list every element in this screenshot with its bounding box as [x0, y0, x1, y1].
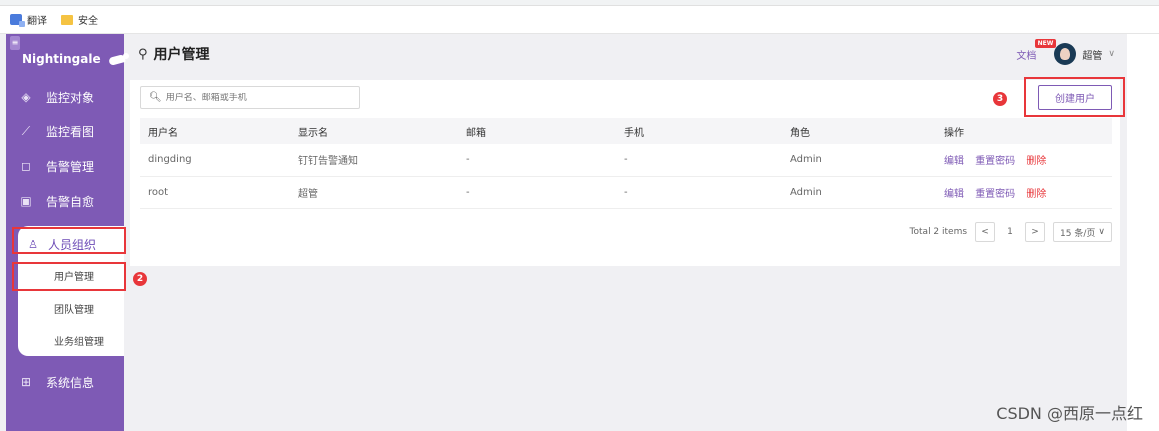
app-body: ≡ Nightingale ◈ 监控对象 ⟋ 监控看图 ◻ 告警管理 ▣ 告警自… — [0, 34, 1127, 431]
annotation-box-1 — [12, 227, 126, 254]
table-header-row: 用户名 显示名 邮箱 手机 角色 操作 — [140, 118, 1112, 144]
heal-icon: ▣ — [20, 194, 32, 208]
create-user-button[interactable]: 创建用户 — [1038, 85, 1112, 110]
docs-link-label: 文档 — [1016, 50, 1037, 62]
annotation-badge-2: 2 — [133, 272, 147, 286]
delete-link[interactable]: 删除 — [1026, 156, 1046, 167]
sidebar-item-self-heal[interactable]: ▣ 告警自愈 — [6, 184, 124, 218]
page-size-select[interactable]: 15 条/页 ∨ — [1053, 222, 1112, 242]
annotation-box-2 — [12, 262, 126, 291]
bookmark-translate[interactable]: 翻译 — [10, 12, 47, 27]
logo: Nightingale — [22, 52, 129, 66]
page-gutter — [1127, 34, 1159, 431]
target-icon: ◈ — [21, 90, 31, 104]
cell-display-name: 超管 — [298, 188, 318, 200]
cell-phone: - — [624, 154, 628, 166]
logo-text: Nightingale — [22, 52, 101, 66]
sidebar-item-label: 告警自愈 — [46, 194, 95, 209]
sidebar-item-label: 监控看图 — [46, 124, 95, 139]
sidebar-item-targets[interactable]: ◈ 监控对象 — [6, 80, 124, 114]
reset-password-link[interactable]: 重置密码 — [975, 156, 1015, 167]
translate-icon — [10, 14, 25, 27]
column-header: 操作 — [944, 127, 964, 139]
sidebar-item-dashboards[interactable]: ⟋ 监控看图 — [6, 114, 124, 148]
bookmarks-bar: 翻译 安全 — [0, 6, 1159, 34]
bookmark-security[interactable]: 安全 — [61, 12, 98, 27]
chevron-down-icon: ∨ — [1098, 227, 1105, 237]
sidebar-item-label: 系统信息 — [46, 375, 95, 390]
page-number[interactable]: 1 — [1003, 227, 1017, 237]
sidebar-subitem-teams[interactable]: 团队管理 — [54, 301, 94, 316]
cell-phone: - — [624, 186, 628, 198]
cell-actions: 编辑 重置密码 删除 — [936, 176, 1112, 208]
column-header: 用户名 — [148, 127, 178, 139]
chart-icon: ⟋ — [21, 123, 31, 138]
avatar[interactable] — [1054, 43, 1077, 65]
page-header: ⚲ 用户管理 文档 NEW 超管 ∨ — [124, 34, 1127, 74]
search-field[interactable]: 🔍︎ — [140, 86, 360, 109]
cell-email: - — [466, 186, 470, 198]
username[interactable]: 超管 — [1082, 47, 1102, 62]
users-card: 🔍︎ 3 创建用户 用户名 显示名 邮箱 手机 角色 操作 — [130, 77, 1125, 266]
pagination: Total 2 items < 1 > 15 条/页 ∨ — [910, 222, 1112, 242]
header-right: 文档 NEW 超管 ∨ — [1016, 38, 1115, 65]
annotation-badge-3: 3 — [993, 92, 1007, 106]
search-input[interactable] — [165, 92, 356, 103]
table-row: root 超管 - - Admin 编辑 重置密码 删除 — [140, 176, 1112, 208]
user-icon: ⚲ — [138, 46, 148, 62]
total-count: Total 2 items — [909, 227, 968, 237]
sidebar-subitem-business-groups[interactable]: 业务组管理 — [54, 333, 104, 348]
sidebar-item-label: 监控对象 — [46, 90, 95, 105]
chevron-down-icon[interactable]: ∨ — [1108, 49, 1115, 59]
column-header: 邮箱 — [466, 127, 486, 139]
sidebar-item-label: 告警管理 — [46, 159, 95, 174]
column-header: 显示名 — [298, 127, 328, 139]
alarm-icon: ◻ — [21, 159, 31, 173]
grid-icon: ⊞ — [20, 375, 32, 389]
cell-actions: 编辑 重置密码 删除 — [936, 144, 1112, 176]
next-page-button[interactable]: > — [1025, 222, 1046, 242]
watermark: CSDN @西原一点红 — [996, 404, 1143, 423]
cell-role: Admin — [790, 186, 822, 198]
edit-link[interactable]: 编辑 — [944, 156, 964, 167]
bookmark-label: 安全 — [78, 16, 98, 27]
folder-icon — [61, 14, 73, 25]
reset-password-link[interactable]: 重置密码 — [975, 189, 1015, 200]
cell-email: - — [466, 154, 470, 166]
search-icon: 🔍︎ — [149, 92, 162, 103]
edit-link[interactable]: 编辑 — [944, 189, 964, 200]
cell-username: root — [148, 186, 169, 198]
users-table: 用户名 显示名 邮箱 手机 角色 操作 dingding 钉钉告警通知 - - — [140, 118, 1112, 209]
sidebar-item-alerts[interactable]: ◻ 告警管理 — [6, 149, 124, 183]
collapse-icon[interactable]: ≡ — [10, 36, 20, 50]
cell-username: dingding — [148, 154, 192, 166]
new-badge: NEW — [1034, 38, 1057, 48]
cell-role: Admin — [790, 154, 822, 166]
page-size-value: 15 条/页 — [1060, 228, 1096, 239]
column-header: 角色 — [790, 127, 810, 139]
delete-link[interactable]: 删除 — [1026, 189, 1046, 200]
page-title: ⚲ 用户管理 — [138, 44, 210, 64]
cell-display-name: 钉钉告警通知 — [298, 156, 358, 168]
table-row: dingding 钉钉告警通知 - - Admin 编辑 重置密码 删除 — [140, 144, 1112, 176]
prev-page-button[interactable]: < — [975, 222, 996, 242]
page-title-text: 用户管理 — [153, 47, 210, 63]
screen: 翻译 安全 ≡ Nightingale ◈ 监控对象 ⟋ 监控看图 ◻ 告警管理… — [0, 0, 1159, 431]
sidebar-item-system-info[interactable]: ⊞ 系统信息 — [6, 365, 124, 399]
bookmark-label: 翻译 — [27, 16, 47, 27]
column-header: 手机 — [624, 127, 644, 139]
docs-link[interactable]: 文档 NEW — [1016, 38, 1057, 62]
